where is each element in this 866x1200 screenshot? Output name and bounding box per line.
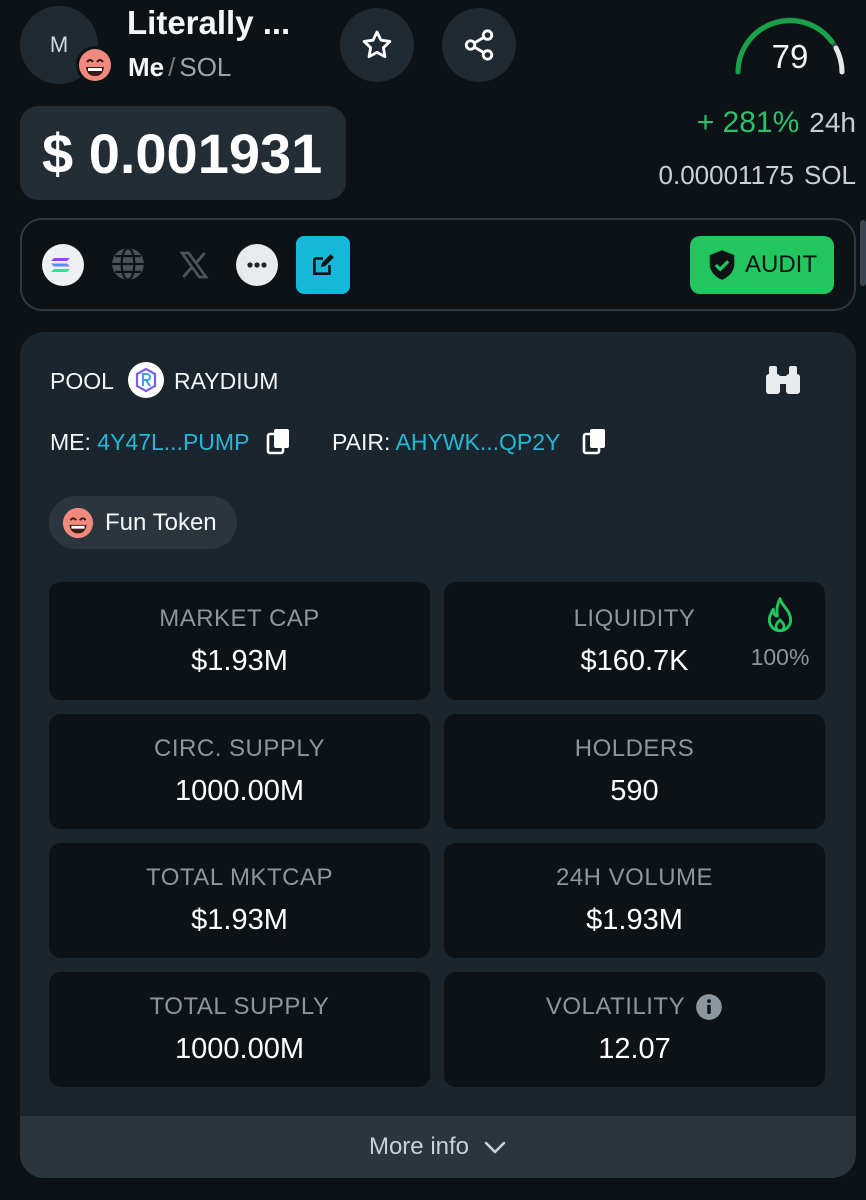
edit-icon[interactable] [296,236,350,294]
stat-market-cap: MARKET CAP $1.93M [49,582,430,700]
x-icon[interactable] [174,246,214,284]
stat-label-row: VOLATILITY [546,993,723,1021]
grinning-face-icon [62,507,94,538]
stat-value: 12.07 [598,1033,671,1065]
copy-pair-address-icon[interactable] [582,428,608,456]
favorite-button[interactable] [340,8,414,82]
sol-price-value: 0.00001175 [658,160,794,190]
stat-circ-supply: CIRC. SUPPLY 1000.00M [49,714,430,829]
scrollbar-thumb[interactable] [860,220,866,286]
usd-price: $ 0.001931 [20,106,346,200]
stat-value: $1.93M [586,904,683,936]
share-button[interactable] [442,8,516,82]
pool-label: POOL [50,368,114,394]
token-address-row: ME: 4Y47L...PUMP [50,429,249,456]
stat-label: TOTAL MKTCAP [146,864,333,891]
shield-check-icon [709,250,735,280]
stat-value: 1000.00M [175,775,304,807]
stat-label: VOLATILITY [545,993,686,1020]
pool-info-card: POOL RAYDIUM ME: 4Y47L...PUMP PAIR: AHYW… [20,332,856,1178]
sol-price: 0.00001175 SOL [659,160,856,191]
avatar-letter: M [49,32,69,57]
fun-token-tag[interactable]: Fun Token [49,496,237,549]
stat-holders: HOLDERS 590 [444,714,825,829]
stat-24h-volume: 24H VOLUME $1.93M [444,843,825,958]
star-icon [362,30,392,59]
copy-token-address-icon[interactable] [266,428,292,456]
stat-liquidity: LIQUIDITY $160.7K 100% [444,582,825,700]
more-icon[interactable] [236,244,278,286]
pair-address-link[interactable]: AHYWK...QP2Y [396,429,561,455]
token-address-link[interactable]: 4Y47L...PUMP [97,429,249,455]
dex-name: RAYDIUM [174,368,279,394]
stat-value: 590 [610,775,659,807]
more-info-button[interactable]: More info [20,1116,856,1178]
stat-value: $160.7K [580,644,689,677]
stat-total-mktcap: TOTAL MKTCAP $1.93M [49,843,430,958]
sol-price-unit: SOL [803,160,856,190]
globe-icon[interactable] [108,244,148,284]
audit-button[interactable]: AUDIT [690,236,834,294]
stat-label: 24H VOLUME [555,864,714,891]
change-period: 24h [809,107,856,138]
pair-separator: / [168,52,176,82]
price-change: + 281% 24h [697,106,856,140]
stat-label: LIQUIDITY [573,604,696,632]
share-icon [464,29,494,61]
solana-icon[interactable] [42,244,84,286]
chevron-down-icon [484,1141,506,1154]
audit-label: AUDIT [745,251,817,278]
change-percent: + 281% [696,106,800,139]
tag-label: Fun Token [105,508,217,536]
raydium-logo-icon [128,362,164,398]
token-address-key: ME: [50,429,91,455]
pair-address-row: PAIR: AHYWK...QP2Y [332,429,560,456]
social-links-bar: AUDIT [20,218,856,311]
score-value: 79 [771,38,809,75]
info-icon[interactable] [695,993,723,1021]
stat-total-supply: TOTAL SUPPLY 1000.00M [49,972,430,1087]
token-symbol: Me [128,52,165,82]
flame-icon [767,597,793,633]
stat-label: TOTAL SUPPLY [149,993,330,1020]
stat-volatility: VOLATILITY 12.07 [444,972,825,1087]
more-info-label: More info [368,1133,470,1160]
stat-label: MARKET CAP [159,604,320,632]
stat-label: HOLDERS [574,735,695,762]
liquidity-burn-percent: 100% [750,644,810,670]
stat-label: CIRC. SUPPLY [154,735,325,762]
quote-symbol: SOL [179,52,232,82]
liquidity-burn: 100% [740,596,820,671]
token-name: Literally ... [127,4,291,41]
stat-value: $1.93M [191,904,288,936]
pair-address-key: PAIR: [332,429,391,455]
grinning-face-icon [76,46,114,84]
stat-value: 1000.00M [175,1033,304,1065]
stat-value: $1.93M [191,644,288,677]
binoculars-icon[interactable] [764,362,802,398]
token-pair: Me / SOL [128,52,231,83]
